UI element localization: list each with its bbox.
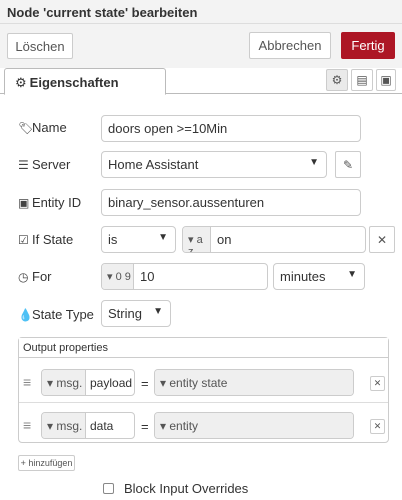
type-glyph: 0 9 — [115, 271, 131, 283]
if-state-clear-button[interactable]: ✕ — [369, 226, 395, 253]
add-output-property-button[interactable]: + hinzufügen — [18, 455, 75, 471]
state-type-select[interactable]: String ▼ — [101, 300, 171, 327]
output-row-1-prefix: msg. — [56, 376, 83, 390]
server-edit-button[interactable]: ✎ — [335, 151, 361, 178]
block-input-overrides-checkbox[interactable] — [103, 483, 114, 494]
action-bar: Löschen Abbrechen Fertig — [0, 24, 402, 68]
gear-icon: ⚙ — [15, 75, 27, 90]
tag-icon: 🏷 — [18, 121, 34, 135]
server-icon: ☰ — [18, 158, 29, 172]
gear-icon: ⚙ — [331, 73, 343, 87]
for-value-input[interactable]: ▾ 0 9 10 — [101, 263, 268, 290]
for-label-text: For — [32, 269, 52, 284]
output-properties-box: Output properties ≡ ▾ msg. payload = ▾ e… — [18, 337, 389, 443]
type-glyph: a z — [188, 234, 203, 253]
entity-id-label: ▣ Entity ID — [18, 195, 81, 210]
if-state-label: ☑ If State — [18, 232, 73, 247]
tab-appearance-button[interactable]: ▣ — [376, 69, 396, 91]
output-row-1-property: payload — [90, 376, 133, 390]
equals-sign: = — [141, 419, 149, 434]
msg-type-selector[interactable]: ▾ msg. — [42, 413, 86, 438]
tab-bar: ⚙ Eigenschaften ⚙ ▤ ▣ — [0, 68, 402, 95]
server-label: ☰ Server — [18, 157, 70, 172]
pencil-icon: ✎ — [342, 157, 354, 172]
output-row-1-value-type[interactable]: ▾ entity state — [155, 370, 353, 395]
tab-description-button[interactable]: ▤ — [351, 69, 373, 91]
close-icon: ✕ — [373, 421, 382, 431]
close-icon: ✕ — [373, 378, 382, 388]
for-unit-select[interactable]: minutes ▼ — [273, 263, 365, 290]
output-row-1-value: entity state — [169, 376, 228, 390]
if-state-value-input[interactable]: ▾ a z on — [182, 226, 366, 253]
output-row-1-remove-button[interactable]: ✕ — [370, 376, 385, 391]
server-label-text: Server — [32, 157, 71, 172]
output-row-2-remove-button[interactable]: ✕ — [370, 419, 385, 434]
output-row-2-value-type[interactable]: ▾ entity — [155, 413, 353, 438]
chevron-down-icon: ▼ — [309, 157, 319, 168]
output-row-1-value-select[interactable]: ▾ entity state — [154, 369, 354, 396]
for-unit-value: minutes — [280, 269, 326, 284]
block-input-overrides-label: Block Input Overrides — [124, 481, 249, 496]
drag-handle-icon[interactable]: ≡ — [23, 374, 31, 390]
appearance-icon: ▣ — [380, 73, 392, 87]
string-type-icon[interactable]: ▾ a z — [183, 227, 211, 252]
dialog-title: Node 'current state' bearbeiten — [0, 0, 402, 24]
drag-handle-icon[interactable]: ≡ — [23, 417, 31, 433]
state-type-label-text: State Type — [32, 307, 94, 322]
for-value: 10 — [140, 269, 155, 284]
chevron-down-icon: ▼ — [347, 269, 357, 280]
done-button[interactable]: Fertig — [341, 32, 395, 59]
cube-icon: ▣ — [18, 196, 30, 210]
delete-button[interactable]: Löschen — [7, 33, 73, 59]
row-separator — [19, 402, 388, 403]
clock-icon: ◷ — [18, 270, 29, 284]
tab-properties[interactable]: ⚙ Eigenschaften — [4, 68, 166, 95]
server-select-value: Home Assistant — [108, 157, 199, 172]
for-label: ◷ For — [18, 269, 52, 284]
tab-properties-label: Eigenschaften — [29, 75, 119, 90]
state-type-label: 💧State Type — [18, 307, 94, 322]
output-row-2-value-select[interactable]: ▾ entity — [154, 412, 354, 439]
number-type-icon[interactable]: ▾ 0 9 — [102, 264, 134, 289]
entity-id-input[interactable]: binary_sensor.aussenturen — [101, 189, 361, 216]
output-row-2-prefix: msg. — [56, 419, 83, 433]
if-state-label-text: If State — [32, 232, 74, 247]
name-input[interactable]: doors open >=10Min — [101, 115, 361, 142]
msg-type-selector[interactable]: ▾ msg. — [42, 370, 86, 395]
drop-icon: 💧 — [18, 308, 33, 322]
if-state-value: on — [217, 232, 232, 247]
output-row-2-value: entity — [169, 419, 199, 433]
check-square-icon: ☑ — [18, 233, 29, 247]
tab-properties-icon-button[interactable]: ⚙ — [326, 69, 348, 91]
close-icon: ✕ — [376, 232, 388, 247]
name-label: 🏷Name — [18, 120, 67, 135]
output-row-2-property: data — [90, 419, 114, 433]
chevron-down-icon: ▼ — [158, 232, 168, 243]
chevron-down-icon: ▼ — [153, 306, 163, 317]
output-row-2-property-input[interactable]: ▾ msg. data — [41, 412, 135, 439]
name-label-text: Name — [32, 120, 67, 135]
server-select[interactable]: Home Assistant ▼ — [101, 151, 327, 178]
if-state-operator-select[interactable]: is ▼ — [101, 226, 176, 253]
if-state-operator-value: is — [108, 232, 118, 247]
output-properties-header: Output properties — [19, 338, 388, 358]
description-icon: ▤ — [356, 73, 368, 87]
entity-id-label-text: Entity ID — [32, 195, 82, 210]
output-row-1-property-input[interactable]: ▾ msg. payload — [41, 369, 135, 396]
equals-sign: = — [141, 376, 149, 391]
state-type-value: String — [108, 306, 142, 321]
cancel-button[interactable]: Abbrechen — [249, 32, 331, 59]
